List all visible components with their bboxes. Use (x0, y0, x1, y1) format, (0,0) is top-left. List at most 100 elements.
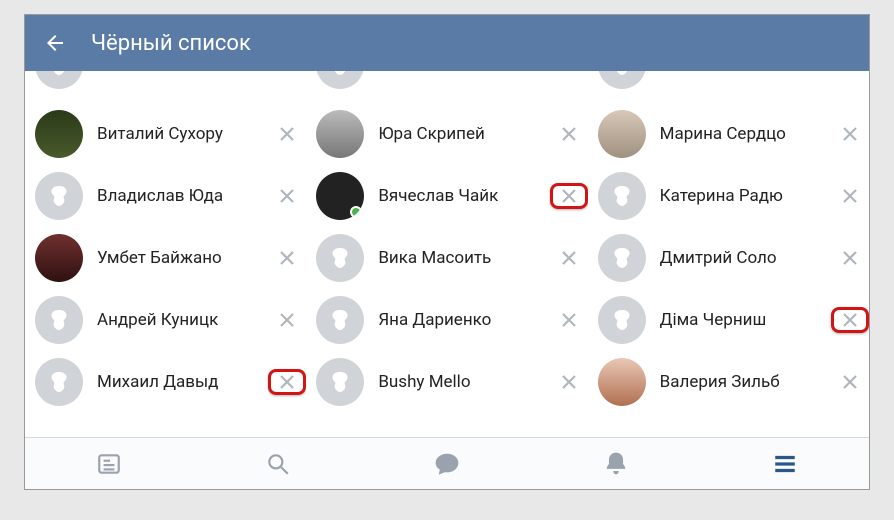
nav-notifications[interactable] (596, 444, 636, 484)
dog-placeholder-icon (325, 305, 355, 335)
close-icon (561, 312, 577, 328)
close-icon (561, 188, 577, 204)
dog-placeholder-icon (607, 71, 637, 80)
avatar[interactable] (316, 172, 364, 220)
blacklist-content: Виталий Сухору Юра Скрипей Марина Сердцо… (25, 71, 869, 437)
remove-button[interactable] (268, 126, 306, 142)
remove-button[interactable] (831, 374, 869, 390)
close-icon (561, 126, 577, 142)
remove-button[interactable] (831, 250, 869, 266)
dog-placeholder-icon (607, 181, 637, 211)
list-item: Вячеслав Чайк (306, 165, 587, 227)
user-name[interactable]: Андрей Куницк (97, 310, 268, 330)
list-item: Юра Скрипей (306, 103, 587, 165)
remove-button[interactable] (831, 188, 869, 204)
user-name[interactable]: Умбет Байжано (97, 248, 268, 268)
user-name[interactable]: Владислав Юда (97, 186, 268, 206)
close-icon (279, 312, 295, 328)
user-name[interactable]: Яна Дариенко (378, 310, 549, 330)
dog-placeholder-icon (325, 367, 355, 397)
user-name[interactable]: Михаил Давыд (97, 372, 268, 392)
user-name[interactable]: Валерия Зильб (660, 372, 831, 392)
avatar[interactable] (35, 296, 83, 344)
close-icon (279, 250, 295, 266)
close-icon (842, 188, 858, 204)
user-name[interactable]: Bushy Mello (378, 372, 549, 392)
remove-button[interactable] (550, 374, 588, 390)
list-item (306, 71, 587, 103)
page-title: Чёрный список (91, 31, 251, 56)
remove-button[interactable] (268, 188, 306, 204)
remove-button[interactable] (550, 312, 588, 328)
remove-button[interactable] (268, 312, 306, 328)
close-icon (842, 312, 858, 328)
header-bar: Чёрный список (25, 15, 869, 71)
user-name[interactable]: Діма Черниш (660, 310, 831, 330)
list-item: Діма Черниш (588, 289, 869, 351)
avatar[interactable] (316, 234, 364, 282)
avatar[interactable] (35, 234, 83, 282)
avatar[interactable] (598, 172, 646, 220)
bell-icon (603, 451, 629, 477)
avatar[interactable] (316, 110, 364, 158)
close-icon (561, 374, 577, 390)
list-item: Виталий Сухору (25, 103, 306, 165)
avatar[interactable] (316, 296, 364, 344)
avatar (316, 71, 364, 89)
avatar[interactable] (598, 358, 646, 406)
dog-placeholder-icon (44, 367, 74, 397)
user-name[interactable]: Виталий Сухору (97, 124, 268, 144)
avatar (598, 71, 646, 89)
dog-placeholder-icon (44, 305, 74, 335)
list-item: Дмитрий Соло (588, 227, 869, 289)
remove-button[interactable] (268, 369, 306, 395)
avatar[interactable] (598, 234, 646, 282)
close-icon (842, 126, 858, 142)
list-item: Вика Масоить (306, 227, 587, 289)
list-item: Владислав Юда (25, 165, 306, 227)
avatar[interactable] (598, 296, 646, 344)
user-name[interactable]: Марина Сердцо (660, 124, 831, 144)
list-item (588, 71, 869, 103)
list-item: Михаил Давыд (25, 351, 306, 413)
list-item: Умбет Байжано (25, 227, 306, 289)
online-indicator (350, 206, 362, 218)
remove-button[interactable] (268, 250, 306, 266)
remove-button[interactable] (831, 307, 869, 333)
close-icon (279, 188, 295, 204)
close-icon (279, 126, 295, 142)
nav-feed[interactable] (89, 444, 129, 484)
back-button[interactable] (43, 31, 67, 55)
arrow-left-icon (43, 31, 67, 55)
remove-button[interactable] (831, 126, 869, 142)
dog-placeholder-icon (325, 71, 355, 80)
remove-button[interactable] (550, 250, 588, 266)
close-icon (279, 374, 295, 390)
remove-button[interactable] (550, 183, 588, 209)
nav-messages[interactable] (427, 444, 467, 484)
avatar[interactable] (598, 110, 646, 158)
user-name[interactable]: Вячеслав Чайк (378, 186, 549, 206)
list-item: Андрей Куницк (25, 289, 306, 351)
avatar[interactable] (35, 172, 83, 220)
close-icon (842, 374, 858, 390)
user-name[interactable]: Юра Скрипей (378, 124, 549, 144)
nav-search[interactable] (258, 444, 298, 484)
list-item (25, 71, 306, 103)
list-item: Катерина Радю (588, 165, 869, 227)
nav-menu[interactable] (765, 444, 805, 484)
dog-placeholder-icon (325, 243, 355, 273)
user-name[interactable]: Катерина Радю (660, 186, 831, 206)
close-icon (842, 250, 858, 266)
user-name[interactable]: Дмитрий Соло (660, 248, 831, 268)
avatar[interactable] (35, 110, 83, 158)
user-name[interactable]: Вика Масоить (378, 248, 549, 268)
avatar[interactable] (316, 358, 364, 406)
avatar[interactable] (35, 358, 83, 406)
list-item: Яна Дариенко (306, 289, 587, 351)
remove-button[interactable] (550, 126, 588, 142)
list-item: Марина Сердцо (588, 103, 869, 165)
dog-placeholder-icon (607, 243, 637, 273)
list-item: Валерия Зильб (588, 351, 869, 413)
dog-placeholder-icon (44, 71, 74, 80)
